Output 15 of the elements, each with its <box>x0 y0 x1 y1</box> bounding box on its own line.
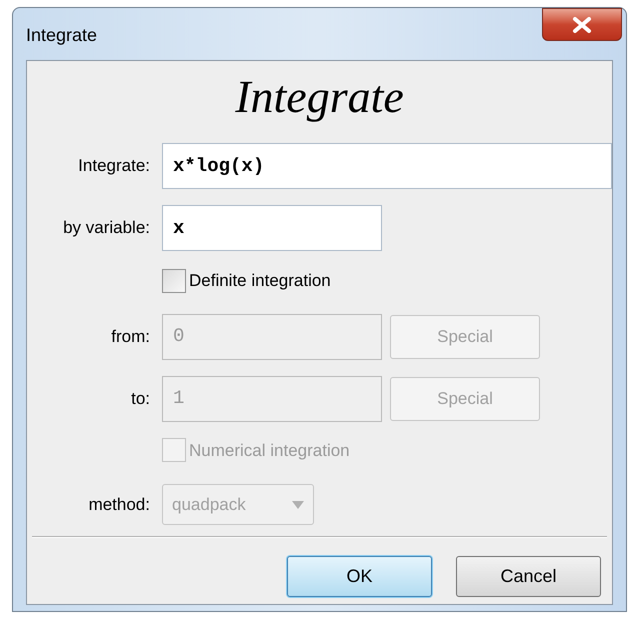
input-field[interactable]: x*log(x) <box>162 143 612 189</box>
dialog-heading: Integrate <box>234 70 405 124</box>
dialog-button[interactable]: OK <box>287 556 432 597</box>
field-label: to: <box>131 388 150 410</box>
dropdown-arrow-icon <box>292 500 304 508</box>
close-icon <box>572 16 592 32</box>
window-title: Integrate <box>26 24 98 47</box>
input-field[interactable]: x <box>162 205 382 251</box>
field-label: method: <box>88 494 150 516</box>
close-button[interactable] <box>542 8 622 41</box>
field-label: Integrate: <box>78 155 150 178</box>
checkbox[interactable]: Definite integration <box>162 268 331 294</box>
field-label: from: <box>111 326 150 348</box>
dialog-button[interactable]: Cancel <box>456 556 601 597</box>
field-label: by variable: <box>63 217 150 240</box>
